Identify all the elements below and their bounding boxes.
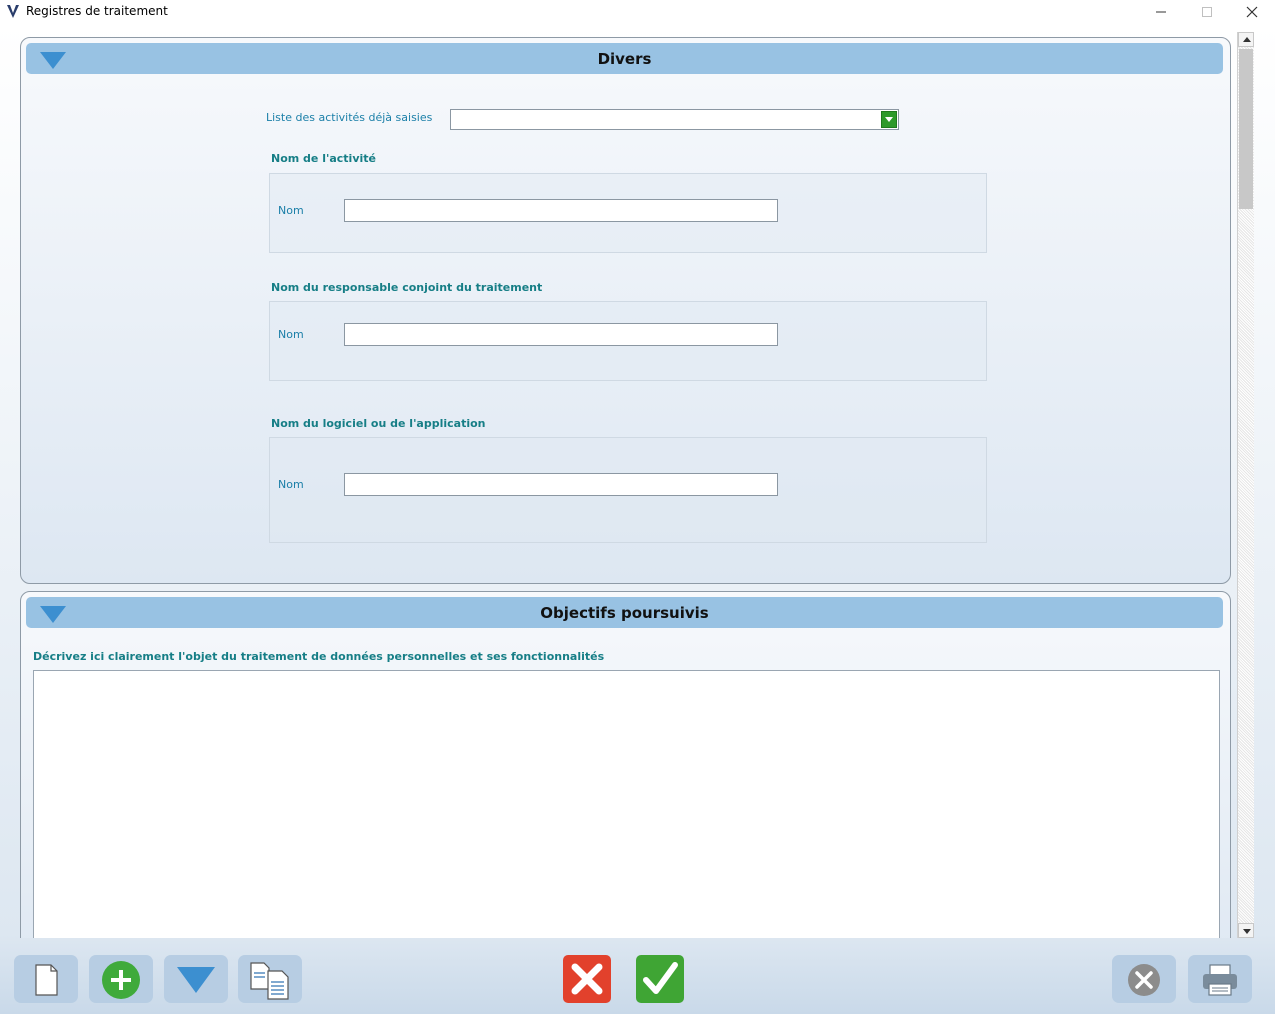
title-bar: Registres de traitement xyxy=(0,0,1275,24)
maximize-button[interactable] xyxy=(1184,0,1230,24)
joint-controller-group-title: Nom du responsable conjoint du traitemen… xyxy=(271,281,543,294)
scroll-up-icon[interactable] xyxy=(1238,32,1254,47)
joint-controller-name-input[interactable] xyxy=(344,323,778,346)
minimize-button[interactable] xyxy=(1138,0,1184,24)
copy-button[interactable] xyxy=(238,955,302,1003)
close-icon xyxy=(1246,6,1258,18)
activity-name-box: Nom xyxy=(269,173,987,253)
app-logo-icon xyxy=(7,5,19,18)
activities-list-label: Liste des activités déjà saisies xyxy=(266,111,433,124)
new-document-icon xyxy=(35,964,58,996)
close-window-button[interactable] xyxy=(1229,0,1275,24)
divers-section: Divers Liste des activités déjà saisies … xyxy=(20,37,1231,584)
dropdown-arrow-icon xyxy=(177,967,215,993)
new-button[interactable] xyxy=(14,955,78,1003)
divers-section-header[interactable]: Divers xyxy=(26,43,1223,74)
minimize-icon xyxy=(1156,11,1166,13)
joint-controller-box: Nom xyxy=(269,301,987,381)
objectifs-title: Objectifs poursuivis xyxy=(540,604,709,622)
objectifs-section: Objectifs poursuivis Décrivez ici claire… xyxy=(20,591,1231,938)
cancel-button[interactable] xyxy=(561,955,613,1003)
activity-name-group-title: Nom de l'activité xyxy=(271,152,376,165)
maximize-icon xyxy=(1202,7,1212,17)
window-title: Registres de traitement xyxy=(26,4,168,18)
cancel-icon xyxy=(563,955,611,1003)
software-box: Nom xyxy=(269,437,987,543)
objectifs-section-header[interactable]: Objectifs poursuivis xyxy=(26,597,1223,628)
copy-icon xyxy=(250,962,289,1000)
scrollbar-thumb[interactable] xyxy=(1239,49,1253,209)
close-circle-icon xyxy=(1128,964,1160,996)
scroll-down-icon[interactable] xyxy=(1238,923,1254,938)
validate-button[interactable] xyxy=(634,955,686,1003)
divers-title: Divers xyxy=(597,50,652,68)
joint-controller-name-label: Nom xyxy=(278,328,304,341)
activity-name-input[interactable] xyxy=(344,199,778,222)
vertical-scrollbar[interactable] xyxy=(1237,32,1254,938)
printer-icon xyxy=(1203,964,1237,996)
description-textarea[interactable] xyxy=(33,670,1220,938)
add-button[interactable] xyxy=(89,955,153,1003)
print-button[interactable] xyxy=(1188,955,1252,1003)
dropdown-button[interactable] xyxy=(164,955,228,1003)
validate-icon xyxy=(636,955,684,1003)
close-form-button[interactable] xyxy=(1112,955,1176,1003)
description-label: Décrivez ici clairement l'objet du trait… xyxy=(33,650,605,663)
activities-list-select[interactable] xyxy=(450,109,899,130)
form-scroll-area: Divers Liste des activités déjà saisies … xyxy=(0,24,1237,938)
software-group-title: Nom du logiciel ou de l'application xyxy=(271,417,486,430)
add-icon xyxy=(102,961,140,999)
dropdown-chevron-icon[interactable] xyxy=(881,111,897,128)
activity-name-label: Nom xyxy=(278,204,304,217)
software-name-input[interactable] xyxy=(344,473,778,496)
software-name-label: Nom xyxy=(278,478,304,491)
